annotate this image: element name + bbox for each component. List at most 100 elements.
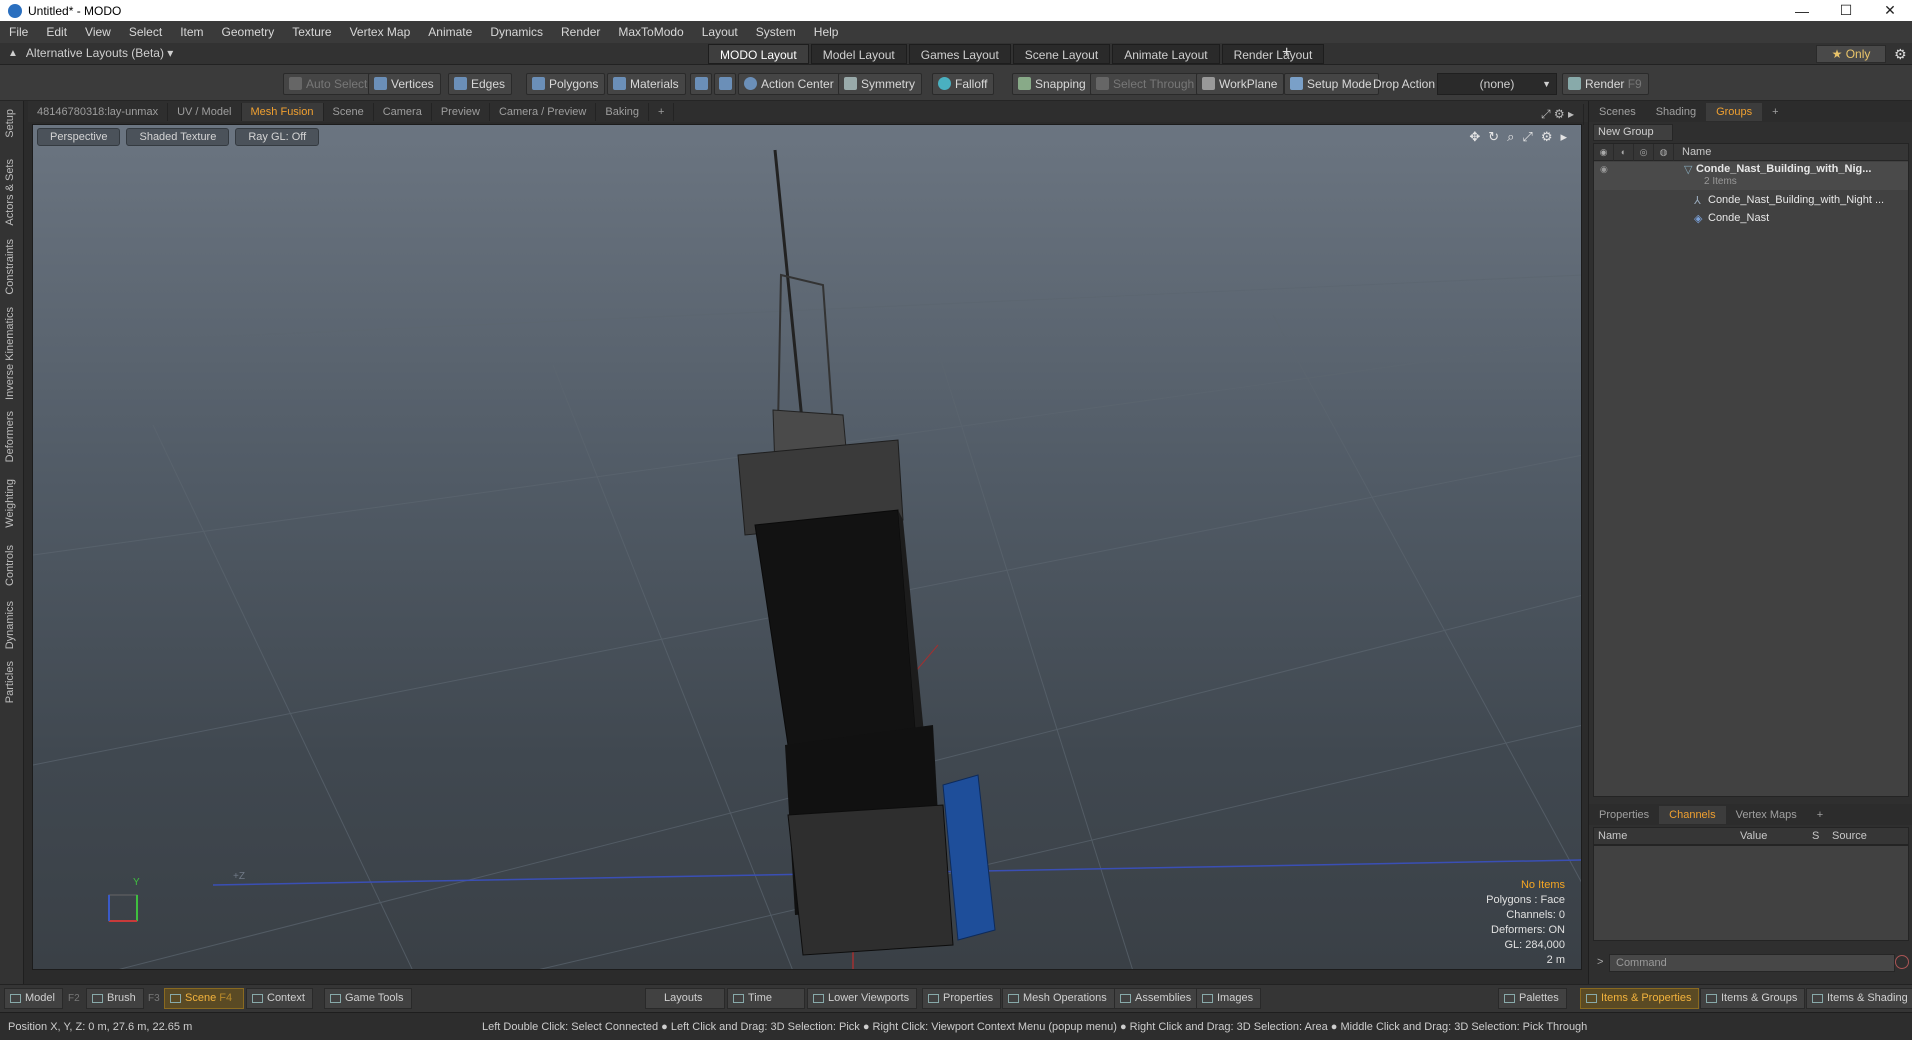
- selection-shield-button[interactable]: [690, 73, 712, 95]
- vertices-button[interactable]: Vertices: [368, 73, 441, 95]
- items-shading-button[interactable]: Items & Shading: [1806, 988, 1912, 1009]
- drop-action-select[interactable]: (none) ▼: [1437, 73, 1557, 95]
- side-tab-setup[interactable]: Setup: [4, 109, 16, 138]
- command-input[interactable]: Command: [1609, 954, 1895, 972]
- menu-texture[interactable]: Texture: [283, 25, 340, 39]
- time-button[interactable]: Time: [727, 988, 805, 1009]
- side-tab-weighting[interactable]: Weighting: [4, 479, 16, 528]
- symmetry-button[interactable]: Symmetry: [838, 73, 922, 95]
- side-tab-deformers[interactable]: Deformers: [4, 411, 16, 462]
- workplane-button[interactable]: WorkPlane: [1196, 73, 1285, 95]
- images-button[interactable]: Images: [1196, 988, 1262, 1009]
- tab-preview[interactable]: Preview: [432, 102, 490, 121]
- menu-render[interactable]: Render: [552, 25, 609, 39]
- 3d-viewport[interactable]: Y +Z Perspective Shaded Texture Ray GL: …: [32, 124, 1582, 970]
- properties-button[interactable]: Properties: [922, 988, 1002, 1009]
- setup-mode-button[interactable]: Setup Mode: [1284, 73, 1379, 95]
- list-item[interactable]: ◉ ▽ Conde_Nast_Building_with_Nig... 2 It…: [1594, 162, 1908, 190]
- pan-icon[interactable]: ✥: [1469, 129, 1480, 145]
- model-button[interactable]: Model: [4, 988, 63, 1009]
- menu-animate[interactable]: Animate: [419, 25, 481, 39]
- tab-baking[interactable]: Baking: [596, 102, 650, 121]
- side-tab-controls[interactable]: Controls: [4, 545, 16, 586]
- tab-games-layout[interactable]: Games Layout: [908, 44, 1011, 64]
- tab-lay-unmax[interactable]: 48146780318:lay-unmax: [28, 102, 169, 121]
- new-group-button[interactable]: New Group: [1593, 124, 1673, 141]
- brush-button[interactable]: Brush: [86, 988, 144, 1009]
- side-tab-particles[interactable]: Particles: [4, 661, 16, 703]
- add-layout-button[interactable]: +: [1282, 44, 1291, 62]
- add-panel-tab-button[interactable]: +: [1762, 103, 1788, 121]
- viewport-arrow-icon[interactable]: ▸: [1560, 129, 1567, 145]
- context-button[interactable]: Context: [246, 988, 313, 1009]
- select-through-button[interactable]: Select Through: [1090, 73, 1202, 95]
- minimize-button[interactable]: —: [1780, 0, 1824, 21]
- menu-geometry[interactable]: Geometry: [213, 25, 284, 39]
- menu-system[interactable]: System: [747, 25, 805, 39]
- tab-shading[interactable]: Shading: [1646, 103, 1706, 121]
- menu-help[interactable]: Help: [805, 25, 848, 39]
- materials-button[interactable]: Materials: [607, 73, 686, 95]
- viewport-gear-icon[interactable]: ⚙: [1541, 129, 1553, 145]
- menu-layout[interactable]: Layout: [693, 25, 747, 39]
- close-button[interactable]: ✕: [1868, 0, 1912, 21]
- tab-mesh-fusion[interactable]: Mesh Fusion: [241, 102, 324, 121]
- select-column-icon[interactable]: ◍: [1654, 143, 1674, 161]
- list-item[interactable]: ⅄ Conde_Nast_Building_with_Night ...: [1594, 192, 1908, 210]
- shaded-texture-button[interactable]: Shaded Texture: [126, 128, 230, 146]
- palettes-button[interactable]: Palettes: [1498, 988, 1567, 1009]
- polygons-button[interactable]: Polygons: [526, 73, 606, 95]
- auto-select-button[interactable]: Auto Select: [283, 73, 375, 95]
- only-button[interactable]: ★ Only: [1816, 45, 1886, 63]
- menu-item[interactable]: Item: [171, 25, 212, 39]
- layouts-button[interactable]: Layouts: [645, 988, 725, 1009]
- eye-icon[interactable]: ◉: [1600, 164, 1608, 175]
- edges-button[interactable]: Edges: [448, 73, 513, 95]
- tab-animate-layout[interactable]: Animate Layout: [1112, 44, 1220, 64]
- rotate-icon[interactable]: ↻: [1488, 129, 1499, 145]
- gear-icon[interactable]: ⚙: [1894, 46, 1907, 63]
- render-button[interactable]: Render F9: [1562, 73, 1649, 95]
- tab-groups[interactable]: Groups: [1706, 102, 1763, 121]
- alternative-layouts-dropdown[interactable]: Alternative Layouts (Beta) ▾: [26, 46, 173, 60]
- tab-camera-preview[interactable]: Camera / Preview: [490, 102, 597, 121]
- list-item[interactable]: ◈ Conde_Nast: [1594, 210, 1908, 228]
- tab-properties[interactable]: Properties: [1589, 806, 1659, 824]
- selection-shield-alt-button[interactable]: [714, 73, 736, 95]
- tab-vertex-maps[interactable]: Vertex Maps: [1726, 806, 1807, 824]
- maximize-button[interactable]: ☐: [1824, 0, 1868, 21]
- menu-vertex-map[interactable]: Vertex Map: [341, 25, 420, 39]
- command-record-icon[interactable]: [1895, 955, 1909, 969]
- viewport-expand-icon[interactable]: ⤢ ⚙ ▸: [1532, 104, 1584, 125]
- visibility-column-icon[interactable]: ◉: [1594, 143, 1614, 161]
- side-tab-actors-sets[interactable]: Actors & Sets: [4, 159, 16, 226]
- tab-scene[interactable]: Scene: [324, 102, 374, 121]
- items-properties-button[interactable]: Items & Properties: [1580, 988, 1700, 1009]
- render-column-icon[interactable]: ◐: [1614, 143, 1634, 161]
- menu-dynamics[interactable]: Dynamics: [481, 25, 552, 39]
- menu-view[interactable]: View: [76, 25, 120, 39]
- scene-button[interactable]: Scene F4: [164, 988, 244, 1009]
- perspective-button[interactable]: Perspective: [37, 128, 121, 146]
- add-viewport-tab-button[interactable]: +: [649, 102, 675, 121]
- assemblies-button[interactable]: Assemblies: [1114, 988, 1200, 1009]
- menu-maxtomodo[interactable]: MaxToModo: [609, 25, 692, 39]
- action-center-button[interactable]: Action Center: [738, 73, 841, 95]
- side-tab-dynamics[interactable]: Dynamics: [4, 601, 16, 649]
- menu-edit[interactable]: Edit: [37, 25, 76, 39]
- tab-channels[interactable]: Channels: [1659, 805, 1726, 824]
- snapping-button[interactable]: Snapping: [1012, 73, 1093, 95]
- side-tab-constraints[interactable]: Constraints: [4, 239, 16, 295]
- side-tab-inverse-kinematics[interactable]: Inverse Kinematics: [4, 307, 16, 400]
- lower-viewports-button[interactable]: Lower Viewports: [807, 988, 918, 1009]
- ray-gl-button[interactable]: Ray GL: Off: [235, 128, 320, 146]
- game-tools-button[interactable]: Game Tools: [324, 988, 412, 1009]
- tab-scenes[interactable]: Scenes: [1589, 103, 1646, 121]
- tab-model-layout[interactable]: Model Layout: [810, 44, 907, 64]
- mesh-operations-button[interactable]: Mesh Operations: [1002, 988, 1115, 1009]
- tab-scene-layout[interactable]: Scene Layout: [1012, 44, 1111, 64]
- maximize-viewport-icon[interactable]: ⤢: [1522, 129, 1532, 145]
- zoom-icon[interactable]: ⌕: [1507, 129, 1514, 145]
- lock-column-icon[interactable]: ◎: [1634, 143, 1654, 161]
- menu-select[interactable]: Select: [120, 25, 171, 39]
